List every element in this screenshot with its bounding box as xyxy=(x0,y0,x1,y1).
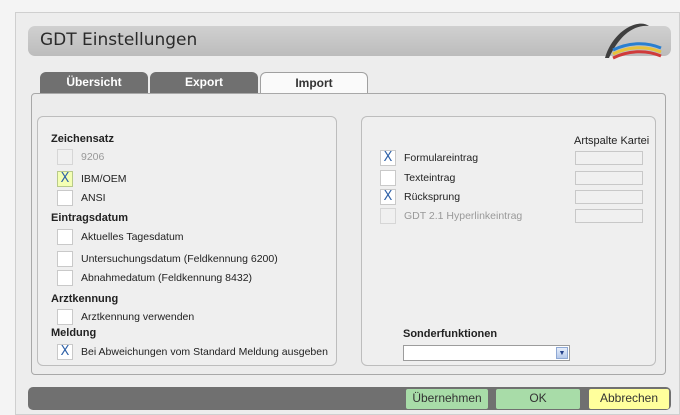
formulareintrag-artspalte-field xyxy=(575,151,643,165)
window-title: GDT Einstellungen xyxy=(40,30,198,50)
texteintrag-artspalte-field xyxy=(575,171,643,185)
gdt-hyperlink-label: GDT 2.1 Hyperlinkeintrag xyxy=(404,210,523,222)
tab-uebersicht[interactable]: Übersicht xyxy=(40,72,148,93)
charset-ibm-oem-label: IBM/OEM xyxy=(81,173,127,185)
brand-swoosh-logo xyxy=(605,23,662,60)
uebernehmen-button[interactable]: Übernehmen xyxy=(406,389,488,409)
date-untersuchung-checkbox[interactable] xyxy=(57,251,73,267)
charset-option-9206: 9206 xyxy=(57,149,104,165)
charset-option-ibm-oem: X IBM/OEM xyxy=(57,171,127,187)
entry-formulareintrag: X Formulareintrag xyxy=(380,150,478,166)
date-option-tagesdatum: Aktuelles Tagesdatum xyxy=(57,229,184,245)
date-tagesdatum-label: Aktuelles Tagesdatum xyxy=(81,231,184,243)
charset-9206-checkbox xyxy=(57,149,73,165)
date-option-untersuchung: Untersuchungsdatum (Feldkennung 6200) xyxy=(57,251,278,267)
charset-ansi-label: ANSI xyxy=(81,192,106,204)
charset-ibm-oem-checkbox[interactable]: X xyxy=(57,171,73,187)
ruecksprung-checkbox[interactable]: X xyxy=(380,189,396,205)
entry-texteintrag: Texteintrag xyxy=(380,170,455,186)
tab-import[interactable]: Import xyxy=(260,72,368,94)
tab-export[interactable]: Export xyxy=(150,72,258,93)
arztkennung-option: Arztkennung verwenden xyxy=(57,309,194,325)
gdt-hyperlink-artspalte-field xyxy=(575,209,643,223)
entry-ruecksprung: X Rücksprung xyxy=(380,189,460,205)
chevron-down-icon[interactable]: ▼ xyxy=(556,347,568,359)
charset-9206-label: 9206 xyxy=(81,151,105,163)
arztkennung-checkbox[interactable] xyxy=(57,309,73,325)
date-untersuchung-label: Untersuchungsdatum (Feldkennung 6200) xyxy=(81,253,278,265)
date-tagesdatum-checkbox[interactable] xyxy=(57,229,73,245)
date-abnahme-checkbox[interactable] xyxy=(57,270,73,286)
sonderfunktionen-heading: Sonderfunktionen xyxy=(403,328,498,340)
meldung-option: X Bei Abweichungen vom Standard Meldung … xyxy=(57,344,328,360)
arztkennung-label: Arztkennung verwenden xyxy=(81,311,195,323)
formulareintrag-label: Formulareintrag xyxy=(404,152,479,164)
ruecksprung-label: Rücksprung xyxy=(404,191,461,203)
sonderfunktionen-select[interactable]: ▼ xyxy=(403,345,570,361)
artspalte-kartei-header: Artspalte Kartei xyxy=(574,135,650,147)
meldung-heading: Meldung xyxy=(51,327,97,339)
meldung-checkbox[interactable]: X xyxy=(57,344,73,360)
title-bar: GDT Einstellungen xyxy=(28,23,671,60)
formulareintrag-checkbox[interactable]: X xyxy=(380,150,396,166)
charset-option-ansi: ANSI xyxy=(57,190,106,206)
zeichensatz-heading: Zeichensatz xyxy=(51,133,114,145)
eintragsdatum-heading: Eintragsdatum xyxy=(51,212,129,224)
texteintrag-label: Texteintrag xyxy=(404,172,456,184)
entry-gdt-hyperlink: GDT 2.1 Hyperlinkeintrag xyxy=(380,208,522,224)
charset-ansi-checkbox[interactable] xyxy=(57,190,73,206)
abbrechen-button[interactable]: Abbrechen xyxy=(589,389,669,409)
arztkennung-heading: Arztkennung xyxy=(51,293,119,305)
gdt-hyperlink-checkbox xyxy=(380,208,396,224)
texteintrag-checkbox[interactable] xyxy=(380,170,396,186)
ruecksprung-artspalte-field xyxy=(575,190,643,204)
ok-button[interactable]: OK xyxy=(496,389,580,409)
meldung-label: Bei Abweichungen vom Standard Meldung au… xyxy=(81,346,328,358)
date-abnahme-label: Abnahmedatum (Feldkennung 8432) xyxy=(81,272,253,284)
date-option-abnahme: Abnahmedatum (Feldkennung 8432) xyxy=(57,270,252,286)
